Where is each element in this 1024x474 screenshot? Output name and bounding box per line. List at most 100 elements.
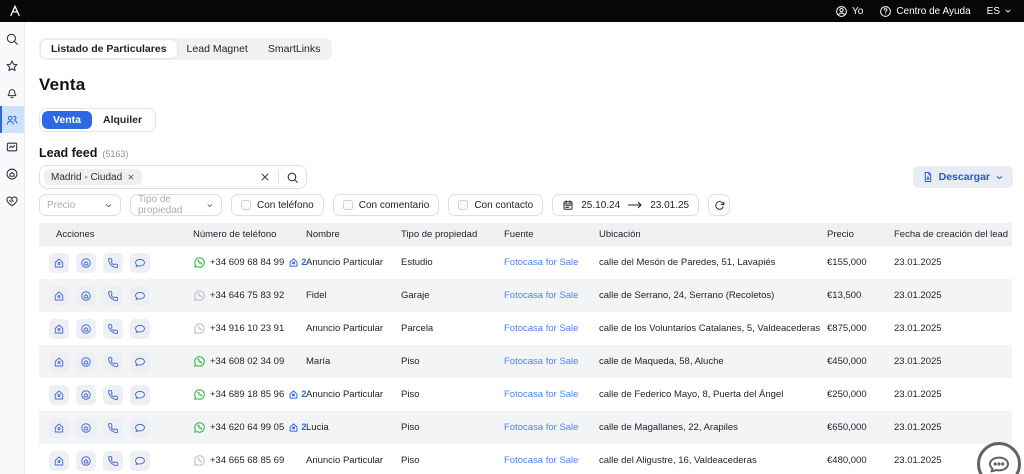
- row-source-link[interactable]: Fotocasa for Sale: [504, 389, 599, 400]
- phone-number[interactable]: +34 665 68 85 69: [210, 455, 284, 466]
- phone-number[interactable]: +34 646 75 83 92: [210, 290, 284, 301]
- property-action-button[interactable]: [49, 285, 69, 306]
- app-logo-icon[interactable]: [8, 4, 22, 18]
- call-action-button[interactable]: [103, 252, 123, 273]
- row-location: calle de Maqueda, 58, Aluche: [599, 356, 724, 367]
- sidebar-item-notifications[interactable]: [0, 79, 24, 106]
- property-type-filter-select[interactable]: Tipo de propiedad: [130, 194, 222, 216]
- call-action-button[interactable]: [103, 384, 123, 405]
- valuation-action-button[interactable]: [76, 285, 96, 306]
- whatsapp-icon[interactable]: [193, 256, 206, 269]
- row-source-link[interactable]: Fotocasa for Sale: [504, 323, 599, 334]
- row-property-type: Piso: [401, 422, 420, 433]
- sidebar-item-favorites[interactable]: [0, 52, 24, 79]
- chat-bubble-icon: [135, 357, 145, 366]
- sale-rent-toggle: Venta Alquiler: [39, 108, 157, 132]
- sidebar-item-reports[interactable]: [0, 133, 24, 160]
- user-menu[interactable]: Yo: [835, 5, 863, 18]
- with-contact-checkbox[interactable]: Con contacto: [448, 194, 544, 216]
- property-action-button[interactable]: [49, 384, 69, 405]
- listing-badge[interactable]: 2: [288, 422, 307, 433]
- phone-number[interactable]: +34 689 18 85 96: [210, 389, 284, 400]
- col-acciones: Acciones: [56, 229, 95, 240]
- listing-badge[interactable]: 2: [288, 389, 307, 400]
- comment-action-button[interactable]: [130, 384, 150, 405]
- chat-bubble-icon: [135, 390, 145, 399]
- comment-action-button[interactable]: [130, 417, 150, 438]
- phone-icon: [108, 389, 118, 400]
- valuation-action-button[interactable]: [76, 318, 96, 339]
- phone-number[interactable]: +34 609 68 84 99: [210, 257, 284, 268]
- phone-number[interactable]: +34 620 64 99 05: [210, 422, 284, 433]
- sidebar-item-contacts[interactable]: [0, 106, 24, 133]
- date-range-picker[interactable]: 25.10.24 23.01.25: [552, 194, 700, 216]
- with-phone-checkbox[interactable]: Con teléfono: [231, 194, 324, 216]
- download-button[interactable]: Descargar: [912, 166, 1013, 188]
- comment-action-button[interactable]: [130, 318, 150, 339]
- valuation-action-button[interactable]: [76, 252, 96, 273]
- phone-number[interactable]: +34 608 02 34 09: [210, 356, 284, 367]
- valuation-action-button[interactable]: [76, 384, 96, 405]
- row-source-link[interactable]: Fotocasa for Sale: [504, 455, 599, 466]
- house-icon: [54, 390, 64, 399]
- sidebar-item-valuation[interactable]: [0, 160, 24, 187]
- tab-smartlinks[interactable]: SmartLinks: [258, 40, 331, 58]
- filter-chip-madrid[interactable]: Madrid - Ciudad: [44, 169, 143, 185]
- row-source-link[interactable]: Fotocasa for Sale: [504, 422, 599, 433]
- refresh-button[interactable]: [708, 194, 731, 216]
- call-action-button[interactable]: [103, 417, 123, 438]
- language-selector[interactable]: ES: [987, 6, 1012, 17]
- whatsapp-icon[interactable]: [193, 388, 206, 401]
- house-icon: [54, 258, 64, 267]
- sidebar-item-search[interactable]: [0, 25, 24, 52]
- property-action-button[interactable]: [49, 417, 69, 438]
- row-source-link[interactable]: Fotocasa for Sale: [504, 356, 599, 367]
- listing-badge[interactable]: 2: [288, 257, 307, 268]
- home-circle-icon: [81, 323, 91, 334]
- property-action-button[interactable]: [49, 252, 69, 273]
- row-phone: +34 665 68 85 69: [193, 454, 306, 467]
- call-action-button[interactable]: [103, 351, 123, 372]
- comment-action-button[interactable]: [130, 351, 150, 372]
- row-property-type: Piso: [401, 356, 420, 367]
- row-source-link[interactable]: Fotocasa for Sale: [504, 257, 599, 268]
- call-action-button[interactable]: [103, 318, 123, 339]
- row-price: €450,000: [827, 356, 867, 367]
- search-clear-icon[interactable]: [259, 171, 271, 183]
- row-name: María: [306, 356, 331, 367]
- row-location: calle de Serrano, 24, Serrano (Recoletos…: [599, 290, 775, 301]
- tab-lead-magnet[interactable]: Lead Magnet: [177, 40, 258, 58]
- sidebar-item-deals[interactable]: [0, 187, 24, 214]
- help-center[interactable]: Centro de Ayuda: [879, 5, 971, 18]
- price-filter-select[interactable]: Precio: [39, 194, 121, 216]
- property-action-button[interactable]: [49, 318, 69, 339]
- toggle-venta[interactable]: Venta: [42, 111, 93, 129]
- valuation-action-button[interactable]: [76, 450, 96, 471]
- comment-action-button[interactable]: [130, 450, 150, 471]
- chat-bubble-icon: [135, 324, 145, 333]
- phone-number[interactable]: +34 916 10 23 91: [210, 323, 284, 334]
- tab-listado-de-particulares[interactable]: Listado de Particulares: [41, 40, 177, 58]
- house-badge-icon: [289, 258, 298, 267]
- whatsapp-icon[interactable]: [193, 289, 206, 302]
- search-input[interactable]: Madrid - Ciudad: [39, 165, 307, 189]
- whatsapp-icon[interactable]: [193, 322, 206, 335]
- property-action-button[interactable]: [49, 351, 69, 372]
- valuation-action-button[interactable]: [76, 351, 96, 372]
- comment-action-button[interactable]: [130, 252, 150, 273]
- valuation-action-button[interactable]: [76, 417, 96, 438]
- toggle-alquiler[interactable]: Alquiler: [92, 111, 153, 129]
- search-submit-icon[interactable]: [286, 171, 299, 184]
- whatsapp-icon[interactable]: [193, 454, 206, 467]
- row-source-link[interactable]: Fotocasa for Sale: [504, 290, 599, 301]
- comment-action-button[interactable]: [130, 285, 150, 306]
- property-action-button[interactable]: [49, 450, 69, 471]
- lead-feed-header: Lead feed (5163): [39, 146, 1013, 160]
- refresh-icon: [714, 200, 724, 210]
- call-action-button[interactable]: [103, 285, 123, 306]
- call-action-button[interactable]: [103, 450, 123, 471]
- whatsapp-icon[interactable]: [193, 421, 206, 434]
- lead-feed-count: (5163): [102, 149, 129, 159]
- with-comment-checkbox[interactable]: Con comentario: [332, 194, 440, 216]
- whatsapp-icon[interactable]: [193, 355, 206, 368]
